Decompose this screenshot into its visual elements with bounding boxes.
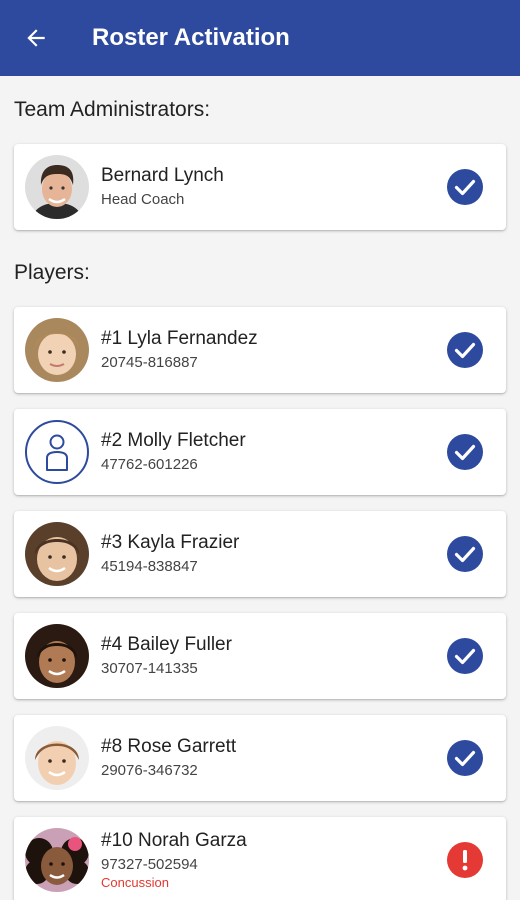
injury-label: Concussion bbox=[101, 875, 169, 890]
player-id: 20745-816887 bbox=[101, 354, 198, 371]
player-name: #3 Kayla Frazier bbox=[101, 532, 240, 553]
page-title: Roster Activation bbox=[92, 24, 290, 51]
avatar bbox=[25, 318, 89, 382]
section-title-admins: Team Administrators: bbox=[14, 98, 211, 121]
back-button[interactable] bbox=[0, 0, 72, 76]
avatar bbox=[25, 155, 89, 219]
alert-circle-icon[interactable] bbox=[447, 842, 483, 878]
person-icon bbox=[25, 420, 89, 484]
check-circle-icon[interactable] bbox=[447, 332, 483, 368]
player-card[interactable]: #8 Rose Garrett 29076-346732 bbox=[14, 715, 506, 801]
player-card[interactable]: #1 Lyla Fernandez 20745-816887 bbox=[14, 307, 506, 393]
app-bar: Roster Activation bbox=[0, 0, 520, 76]
player-id: 47762-601226 bbox=[101, 456, 198, 473]
player-card[interactable]: #2 Molly Fletcher 47762-601226 bbox=[14, 409, 506, 495]
avatar bbox=[25, 828, 89, 892]
player-card[interactable]: #3 Kayla Frazier 45194-838847 bbox=[14, 511, 506, 597]
check-circle-icon[interactable] bbox=[447, 434, 483, 470]
admin-name: Bernard Lynch bbox=[101, 165, 224, 186]
player-name: #4 Bailey Fuller bbox=[101, 634, 232, 655]
player-card[interactable]: #10 Norah Garza 97327-502594 Concussion bbox=[14, 817, 506, 900]
avatar bbox=[25, 624, 89, 688]
avatar bbox=[25, 726, 89, 790]
avatar bbox=[25, 522, 89, 586]
player-name: #8 Rose Garrett bbox=[101, 736, 237, 757]
player-id: 45194-838847 bbox=[101, 558, 198, 575]
player-name: #2 Molly Fletcher bbox=[101, 430, 246, 451]
check-circle-icon[interactable] bbox=[447, 536, 483, 572]
check-circle-icon[interactable] bbox=[447, 638, 483, 674]
player-id: 30707-141335 bbox=[101, 660, 198, 677]
player-name: #10 Norah Garza bbox=[101, 830, 247, 851]
player-id: 29076-346732 bbox=[101, 762, 198, 779]
admin-role: Head Coach bbox=[101, 191, 185, 208]
check-circle-icon[interactable] bbox=[447, 169, 483, 205]
section-title-players: Players: bbox=[14, 261, 90, 284]
admin-card[interactable]: Bernard Lynch Head Coach bbox=[14, 144, 506, 230]
player-id: 97327-502594 bbox=[101, 856, 198, 873]
player-name: #1 Lyla Fernandez bbox=[101, 328, 258, 349]
check-circle-icon[interactable] bbox=[447, 740, 483, 776]
arrow-left-icon bbox=[27, 29, 45, 47]
player-card[interactable]: #4 Bailey Fuller 30707-141335 bbox=[14, 613, 506, 699]
